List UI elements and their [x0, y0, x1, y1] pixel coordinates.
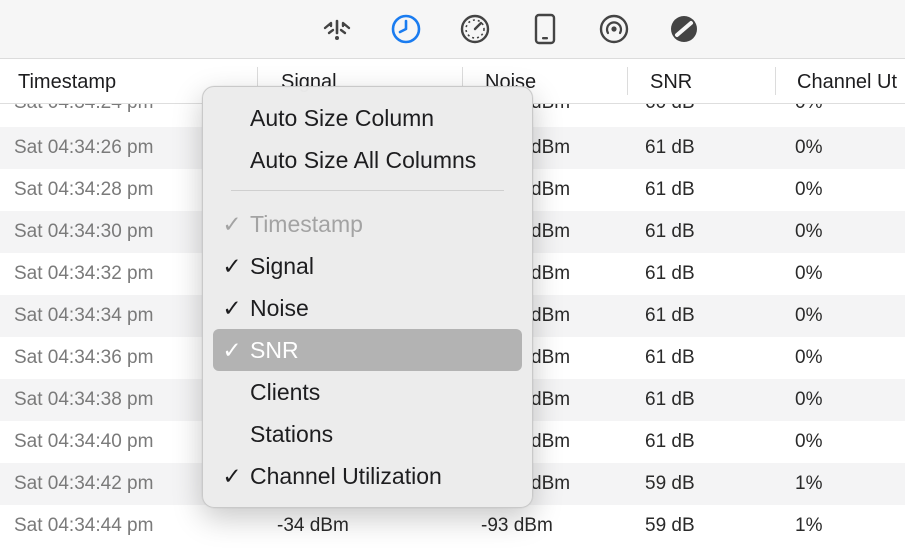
menu-item-label: Signal — [250, 253, 314, 279]
channel-utilization-cell: 0% — [795, 179, 823, 200]
noise-cell: dBm — [531, 137, 571, 158]
timestamp-cell: Sat 04:34:32 pm — [14, 263, 154, 284]
snr-cell: 61 dB — [645, 179, 695, 200]
noise-cell: dBm — [531, 221, 571, 242]
menu-item-snr[interactable]: ✓ SNR — [213, 329, 522, 371]
column-header-snr[interactable]: SNR — [650, 59, 692, 103]
noise-cell: dBm — [531, 347, 571, 368]
snr-cell: 59 dB — [645, 473, 695, 494]
timestamp-cell: Sat 04:34:30 pm — [14, 221, 154, 242]
noise-cell: dBm — [531, 305, 571, 326]
menu-item-label: Noise — [250, 295, 309, 321]
timestamp-cell: Sat 04:34:40 pm — [14, 431, 154, 452]
checkmark-icon: ✓ — [222, 253, 242, 279]
channel-utilization-cell: 0% — [795, 431, 823, 452]
menu-item-clients[interactable]: Clients — [213, 371, 522, 413]
channel-utilization-cell: 0% — [795, 389, 823, 410]
noise-cell: dBm — [531, 179, 571, 200]
noise-cell: dBm — [531, 431, 571, 452]
menu-item-label: Auto Size All Columns — [250, 147, 477, 173]
wifi-scan-icon[interactable] — [320, 12, 354, 46]
channel-utilization-cell: 0% — [795, 263, 823, 284]
snr-cell: 61 dB — [645, 263, 695, 284]
column-header-timestamp[interactable]: Timestamp — [18, 59, 116, 103]
snr-cell: 61 dB — [645, 389, 695, 410]
channel-utilization-cell: 1% — [795, 473, 823, 494]
channel-utilization-cell: 0% — [795, 305, 823, 326]
noise-cell: dBm — [531, 263, 571, 284]
menu-item-label: SNR — [250, 337, 299, 363]
signal-cell: -34 dBm — [277, 515, 349, 536]
column-divider[interactable] — [627, 67, 628, 95]
channel-utilization-cell: 0% — [795, 137, 823, 158]
disabled-icon[interactable] — [667, 12, 701, 46]
noise-cell: -93 dBm — [481, 515, 553, 536]
menu-item-label: Clients — [250, 379, 321, 405]
menu-item-label: Auto Size Column — [250, 105, 435, 131]
snr-cell: 59 dB — [645, 515, 695, 536]
menu-item-auto-size-all-columns[interactable]: Auto Size All Columns — [213, 139, 522, 181]
channel-utilization-cell: 0% — [795, 104, 822, 124]
menu-item-label: Stations — [250, 421, 334, 447]
timestamp-cell: Sat 04:34:28 pm — [14, 179, 154, 200]
noise-cell: dBm — [531, 389, 571, 410]
timestamp-cell: Sat 04:34:26 pm — [14, 137, 154, 158]
timestamp-cell: Sat 04:34:34 pm — [14, 305, 154, 326]
snr-cell: 61 dB — [645, 137, 695, 158]
menu-item-timestamp: ✓ Timestamp — [213, 203, 522, 245]
timestamp-cell: Sat 04:34:24 pm — [14, 104, 153, 124]
column-context-menu: Auto Size Column Auto Size All Columns ✓… — [202, 86, 533, 508]
checkmark-icon: ✓ — [222, 211, 242, 237]
channel-utilization-cell: 0% — [795, 347, 823, 368]
snr-cell: 61 dB — [645, 305, 695, 326]
timestamp-cell: Sat 04:34:36 pm — [14, 347, 154, 368]
menu-item-channel-utilization[interactable]: ✓ Channel Utilization — [213, 455, 522, 497]
column-header-channel-utilization[interactable]: Channel Ut — [797, 59, 905, 103]
checkmark-icon: ✓ — [222, 463, 242, 489]
performance-gauge-icon[interactable] — [458, 12, 492, 46]
snr-cell: 61 dB — [645, 347, 695, 368]
toolbar — [0, 0, 905, 59]
menu-item-signal[interactable]: ✓ Signal — [213, 245, 522, 287]
channel-utilization-cell: 1% — [795, 515, 823, 536]
checkmark-icon: ✓ — [222, 295, 242, 321]
table-row[interactable]: Sat 04:34:44 pm -34 dBm -93 dBm 59 dB 1% — [0, 505, 905, 547]
checkmark-icon: ✓ — [222, 337, 242, 363]
snr-cell: 60 dB — [645, 104, 695, 124]
device-icon[interactable] — [528, 12, 562, 46]
menu-item-auto-size-column[interactable]: Auto Size Column — [213, 97, 522, 139]
menu-item-label: Timestamp — [250, 211, 363, 237]
timestamp-cell: Sat 04:34:42 pm — [14, 473, 154, 494]
menu-separator — [231, 190, 504, 191]
snr-cell: 61 dB — [645, 431, 695, 452]
snr-cell: 61 dB — [645, 221, 695, 242]
menu-item-noise[interactable]: ✓ Noise — [213, 287, 522, 329]
sniffer-signal-icon[interactable] — [597, 12, 631, 46]
channel-utilization-cell: 0% — [795, 221, 823, 242]
noise-cell: dBm — [531, 473, 571, 494]
menu-item-stations[interactable]: Stations — [213, 413, 522, 455]
timestamp-cell: Sat 04:34:44 pm — [14, 515, 154, 536]
column-divider[interactable] — [775, 67, 776, 95]
timestamp-cell: Sat 04:34:38 pm — [14, 389, 154, 410]
menu-item-label: Channel Utilization — [250, 463, 442, 489]
history-clock-icon[interactable] — [389, 12, 423, 46]
noise-cell: dBm — [531, 104, 570, 124]
